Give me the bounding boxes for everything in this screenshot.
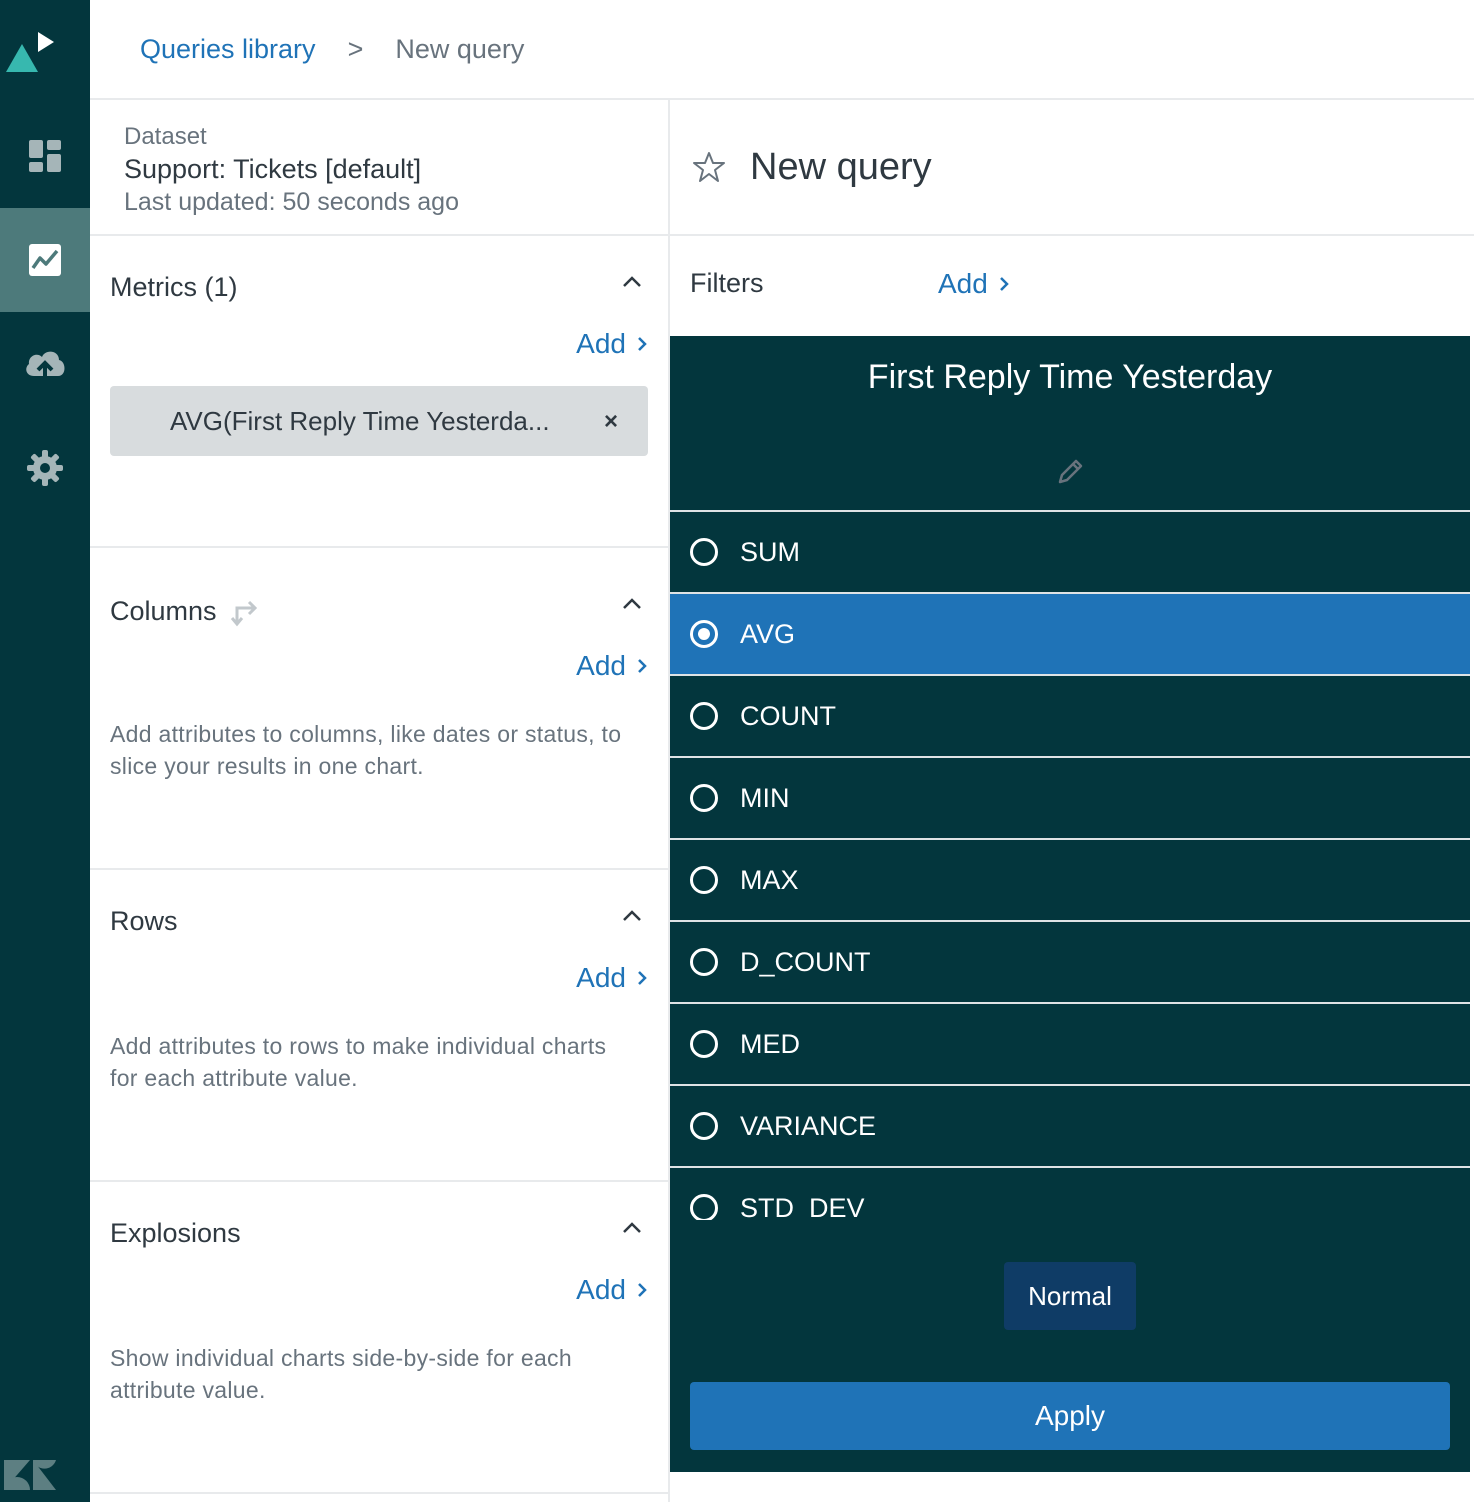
- dataset-label: Dataset: [124, 123, 207, 150]
- aggregation-option-avg[interactable]: AVG: [670, 594, 1470, 676]
- chevron-right-icon: [638, 659, 647, 673]
- breadcrumb: Queries library > New query: [90, 0, 1474, 100]
- columns-add-label: Add: [576, 650, 626, 681]
- popover-metric-title: First Reply Time Yesterday: [867, 358, 1273, 396]
- metric-aggregation-popover: First Reply Time Yesterday SUM AVG COUNT MI…: [670, 336, 1470, 1472]
- queries-chart-icon[interactable]: [0, 208, 90, 312]
- dataset-info[interactable]: Dataset Support: Tickets [default] Last …: [90, 100, 668, 236]
- radio-icon[interactable]: [690, 702, 718, 730]
- breadcrumb-current: New query: [395, 33, 525, 64]
- apply-button[interactable]: Apply: [690, 1382, 1450, 1450]
- filters-label: Filters: [690, 268, 764, 298]
- rows-help-text: Add attributes to rows to make individua…: [110, 1033, 607, 1091]
- collapse-caret-icon[interactable]: [618, 594, 646, 614]
- aggregation-option-max[interactable]: MAX: [670, 840, 1470, 922]
- rows-section: Rows Add Add attributes to rows to make …: [90, 870, 668, 1182]
- radio-icon[interactable]: [690, 538, 718, 566]
- aggregation-option-label: MED: [740, 1028, 800, 1059]
- filters-add-label: Add: [938, 268, 988, 299]
- rows-add-label: Add: [576, 962, 626, 993]
- explosions-title: Explosions: [110, 1218, 241, 1248]
- dashboard-icon[interactable]: [0, 104, 90, 208]
- radio-icon[interactable]: [690, 1194, 718, 1220]
- explosions-add-button[interactable]: Add: [576, 1274, 648, 1306]
- explore-logo-icon[interactable]: [0, 0, 90, 100]
- aggregation-option-label: AVG: [740, 618, 796, 649]
- filters-bar: Filters Add: [670, 236, 1474, 336]
- radio-icon[interactable]: [690, 784, 718, 812]
- normal-button[interactable]: Normal: [1004, 1262, 1136, 1330]
- chevron-right-icon: [999, 277, 1009, 291]
- metric-pill-label: AVG(First Reply Time Yesterda...: [170, 405, 550, 436]
- breadcrumb-separator: >: [347, 33, 364, 64]
- settings-gear-icon[interactable]: [0, 416, 90, 520]
- aggregation-option-label: D_COUNT: [740, 946, 871, 977]
- chevron-right-icon: [638, 337, 647, 351]
- star-icon[interactable]: [692, 150, 726, 184]
- breadcrumb-queries-library-link[interactable]: Queries library: [140, 34, 316, 65]
- collapse-caret-icon[interactable]: [618, 906, 646, 926]
- radio-icon[interactable]: [690, 948, 718, 976]
- aggregation-option-std-dev[interactable]: STD_DEV: [670, 1168, 1470, 1220]
- dataset-last-updated: Last updated: 50 seconds ago: [124, 188, 459, 216]
- metrics-add-label: Add: [576, 328, 626, 359]
- rows-title: Rows: [110, 906, 178, 936]
- radio-icon[interactable]: [690, 620, 718, 648]
- aggregation-option-med[interactable]: MED: [670, 1004, 1470, 1086]
- aggregation-option-label: MIN: [740, 782, 790, 813]
- aggregation-option-d-count[interactable]: D_COUNT: [670, 922, 1470, 1004]
- left-nav-rail: [0, 0, 90, 1502]
- columns-add-button[interactable]: Add: [576, 650, 648, 682]
- rows-add-button[interactable]: Add: [576, 962, 648, 994]
- explosions-section: Explosions Add Show individual charts si…: [90, 1182, 668, 1494]
- radio-icon[interactable]: [690, 1112, 718, 1140]
- aggregation-option-variance[interactable]: VARIANCE: [670, 1086, 1470, 1168]
- aggregation-option-label: COUNT: [740, 700, 836, 731]
- aggregation-options-list[interactable]: SUM AVG COUNT MIN MAX D_COUNT MED VARIANCE STD_D…: [670, 510, 1470, 1220]
- aggregation-option-min[interactable]: MIN: [670, 758, 1470, 840]
- edit-pencil-icon[interactable]: [1054, 456, 1086, 488]
- metrics-title: Metrics (1): [110, 272, 238, 302]
- query-builder-panel: Dataset Support: Tickets [default] Last …: [90, 100, 670, 1502]
- radio-icon[interactable]: [690, 866, 718, 894]
- dataset-name: Support: Tickets [default]: [124, 154, 422, 184]
- aggregation-option-count[interactable]: COUNT: [670, 676, 1470, 758]
- swap-axes-icon[interactable]: [229, 594, 263, 628]
- aggregation-option-label: SUM: [740, 536, 800, 567]
- zendesk-logo-icon: [0, 1450, 90, 1502]
- columns-title-row: Columns: [110, 594, 263, 628]
- columns-title: Columns: [110, 595, 217, 626]
- chevron-right-icon: [638, 1283, 647, 1297]
- aggregation-option-label: VARIANCE: [740, 1110, 877, 1141]
- aggregation-option-sum[interactable]: SUM: [670, 512, 1470, 594]
- aggregation-option-label: STD_DEV: [740, 1192, 865, 1221]
- chevron-right-icon: [638, 971, 647, 985]
- filters-add-button[interactable]: Add: [938, 268, 1010, 300]
- collapse-caret-icon[interactable]: [618, 1218, 646, 1238]
- aggregation-option-label: MAX: [740, 864, 799, 895]
- explosions-add-label: Add: [576, 1274, 626, 1305]
- remove-metric-icon[interactable]: ×: [604, 408, 618, 436]
- metric-pill[interactable]: AVG(First Reply Time Yesterda... ×: [110, 386, 648, 456]
- metrics-add-button[interactable]: Add: [576, 328, 648, 360]
- radio-icon[interactable]: [690, 1030, 718, 1058]
- query-title[interactable]: New query: [750, 146, 932, 189]
- explosions-help-text: Show individual charts side-by-side for …: [110, 1345, 572, 1403]
- columns-help-text: Add attributes to columns, like dates or…: [110, 721, 622, 779]
- query-header: New query: [670, 100, 1474, 236]
- collapse-caret-icon[interactable]: [618, 272, 646, 292]
- columns-section: Columns Add Add attributes to columns, l…: [90, 558, 668, 870]
- upload-cloud-icon[interactable]: [0, 312, 90, 416]
- metrics-section: Metrics (1) Add AVG(First Reply Time Yes…: [90, 236, 668, 548]
